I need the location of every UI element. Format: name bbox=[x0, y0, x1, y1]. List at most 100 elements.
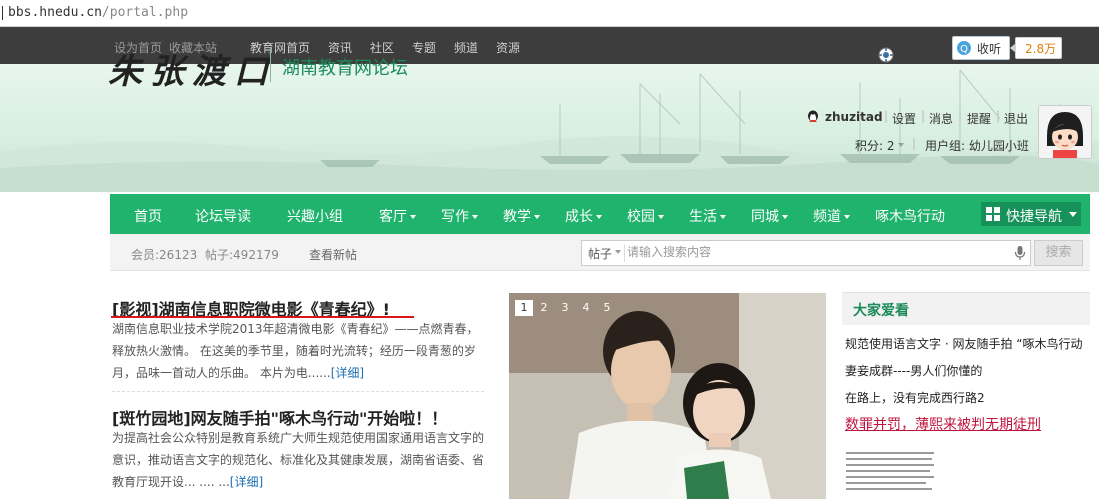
avatar-cartoon-icon bbox=[1039, 106, 1091, 158]
listen-count-badge: 2.8万 bbox=[1010, 37, 1062, 59]
nav-label: 成长 bbox=[565, 209, 593, 225]
slide-page-2[interactable]: 2 bbox=[535, 300, 553, 316]
user-link-separator: | bbox=[884, 109, 889, 123]
search-input[interactable] bbox=[627, 242, 1012, 262]
chevron-down-icon bbox=[1069, 212, 1077, 217]
listen-count: 2.8万 bbox=[1025, 42, 1057, 56]
topnav-resources[interactable]: 资源 bbox=[496, 39, 520, 56]
nav-growth[interactable]: 成长 bbox=[565, 206, 602, 226]
chevron-down-icon bbox=[472, 215, 478, 219]
article-summary: 湖南信息职业技术学院2013年超清微电影《青春纪》——点燃青春，释放热火激情。 … bbox=[112, 318, 484, 384]
points-menu[interactable]: 积分: 2 bbox=[855, 137, 895, 154]
nav-living-room[interactable]: 客厅 bbox=[379, 206, 416, 226]
text-cursor bbox=[2, 6, 3, 20]
quick-nav-button[interactable]: 快捷导航 bbox=[981, 202, 1081, 226]
nav-label: 论坛导读 bbox=[195, 209, 251, 225]
usergroup-link[interactable]: 用户组: 幼儿园小班 bbox=[925, 137, 1029, 154]
nav-label: 生活 bbox=[689, 209, 717, 225]
popular-title: 大家爱看 bbox=[853, 303, 909, 319]
listen-label: 收听 bbox=[977, 42, 1002, 56]
nav-woodpecker[interactable]: 啄木鸟行动 bbox=[875, 206, 945, 226]
article-summary-text: 为提高社会公众特别是教育系统广大师生规范使用国家通用语言文字的意识，推动语言文字… bbox=[112, 431, 485, 489]
nav-interest-groups[interactable]: 兴趣小组 bbox=[287, 206, 343, 226]
article-more-link[interactable]: [详细] bbox=[331, 366, 364, 380]
nav-label: 校园 bbox=[627, 209, 655, 225]
nav-label: 客厅 bbox=[379, 209, 407, 225]
user-link-separator: | bbox=[996, 109, 1001, 123]
member-count: 会员:26123 bbox=[131, 248, 198, 262]
article-divider bbox=[112, 391, 484, 392]
nav-label: 写作 bbox=[441, 209, 469, 225]
nav-channels[interactable]: 频道 bbox=[813, 206, 850, 226]
nav-label: 教学 bbox=[503, 209, 531, 225]
gear-icon[interactable] bbox=[877, 46, 895, 64]
slideshow-photo bbox=[509, 293, 826, 499]
chevron-down-icon[interactable] bbox=[898, 143, 904, 147]
notifications-link[interactable]: 提醒 bbox=[967, 110, 991, 127]
chevron-down-icon bbox=[596, 215, 602, 219]
settings-link[interactable]: 设置 bbox=[892, 110, 916, 127]
article-title[interactable]: [斑竹园地]网友随手拍"啄木鸟行动"开始啦！！ bbox=[112, 405, 447, 429]
nav-campus[interactable]: 校园 bbox=[627, 206, 664, 226]
search-button[interactable]: 搜索 bbox=[1034, 240, 1083, 266]
chevron-down-icon bbox=[720, 215, 726, 219]
url-text: bbs.hnedu.cn/portal.php bbox=[8, 5, 188, 20]
quick-nav-label: 快捷导航 bbox=[1006, 209, 1062, 225]
nav-teaching[interactable]: 教学 bbox=[503, 206, 540, 226]
nav-writing[interactable]: 写作 bbox=[441, 206, 478, 226]
article-summary: 为提高社会公众特别是教育系统广大师生规范使用国家通用语言文字的意识，推动语言文字… bbox=[112, 427, 484, 493]
grid-icon bbox=[986, 207, 1000, 221]
site-logo[interactable]: 朱张渡口 bbox=[108, 44, 276, 93]
post-count: 帖子:492179 bbox=[205, 248, 279, 262]
featured-slideshow[interactable] bbox=[509, 293, 826, 499]
chevron-down-icon bbox=[782, 215, 788, 219]
weibo-listen-icon: Q bbox=[957, 41, 971, 55]
chevron-down-icon[interactable] bbox=[615, 250, 621, 254]
slide-page-4[interactable]: 4 bbox=[577, 300, 595, 316]
slide-page-5[interactable]: 5 bbox=[598, 300, 616, 316]
user-link-separator: | bbox=[958, 109, 963, 123]
nav-home[interactable]: 首页 bbox=[134, 206, 162, 226]
logout-link[interactable]: 退出 bbox=[1004, 110, 1028, 127]
nav-label: 啄木鸟行动 bbox=[875, 209, 945, 225]
popular-item[interactable]: 妻妾成群----男人们你懂的 bbox=[845, 362, 982, 379]
search-divider bbox=[624, 244, 625, 262]
article-more-link[interactable]: [详细] bbox=[230, 475, 263, 489]
news-clipping-thumbnail[interactable] bbox=[842, 446, 938, 496]
chevron-down-icon bbox=[410, 215, 416, 219]
logo-divider bbox=[270, 48, 271, 82]
slide-page-3[interactable]: 3 bbox=[556, 300, 574, 316]
url-path: /portal.php bbox=[101, 5, 189, 20]
nav-same-city[interactable]: 同城 bbox=[751, 206, 788, 226]
nav-label: 频道 bbox=[813, 209, 841, 225]
nav-label: 同城 bbox=[751, 209, 779, 225]
listen-button[interactable]: Q 收听 bbox=[952, 36, 1010, 60]
nav-forum-guide[interactable]: 论坛导读 bbox=[195, 206, 251, 226]
search-type-select[interactable]: 帖子 bbox=[588, 245, 612, 262]
article-summary-text: 湖南信息职业技术学院2013年超清微电影《青春纪》——点燃青春，释放热火激情。 … bbox=[112, 322, 479, 380]
avatar[interactable] bbox=[1038, 105, 1092, 159]
microphone-icon[interactable] bbox=[1014, 245, 1026, 261]
address-bar[interactable]: bbs.hnedu.cn/portal.php bbox=[0, 0, 1099, 27]
nav-label: 兴趣小组 bbox=[287, 209, 343, 225]
nav-life[interactable]: 生活 bbox=[689, 206, 726, 226]
url-domain: bbs.hnedu.cn bbox=[8, 5, 102, 20]
new-posts-link[interactable]: 查看新帖 bbox=[309, 246, 357, 263]
messages-link[interactable]: 消息 bbox=[929, 110, 953, 127]
chevron-down-icon bbox=[534, 215, 540, 219]
chevron-down-icon bbox=[658, 215, 664, 219]
popular-item-highlight[interactable]: 数罪并罚，薄熙来被判无期徒刑 bbox=[845, 414, 1041, 434]
site-subtitle[interactable]: 湖南教育网论坛 bbox=[282, 54, 408, 80]
chevron-down-icon bbox=[844, 215, 850, 219]
nav-label: 首页 bbox=[134, 209, 162, 225]
topnav-channels[interactable]: 频道 bbox=[454, 39, 478, 56]
popular-item[interactable]: 规范使用语言文字 · 网友随手拍 “啄木鸟行动 bbox=[845, 335, 1082, 352]
user-link-separator: | bbox=[921, 109, 926, 123]
slide-page-1[interactable]: 1 bbox=[515, 300, 533, 316]
qq-penguin-icon bbox=[808, 110, 818, 122]
topnav-topics[interactable]: 专题 bbox=[412, 39, 436, 56]
user-link-separator: | bbox=[912, 136, 917, 150]
username-link[interactable]: zhuzitad bbox=[825, 110, 883, 124]
popular-item[interactable]: 在路上，没有完成西行路2 bbox=[845, 389, 985, 406]
svg-text:Q: Q bbox=[960, 44, 968, 55]
